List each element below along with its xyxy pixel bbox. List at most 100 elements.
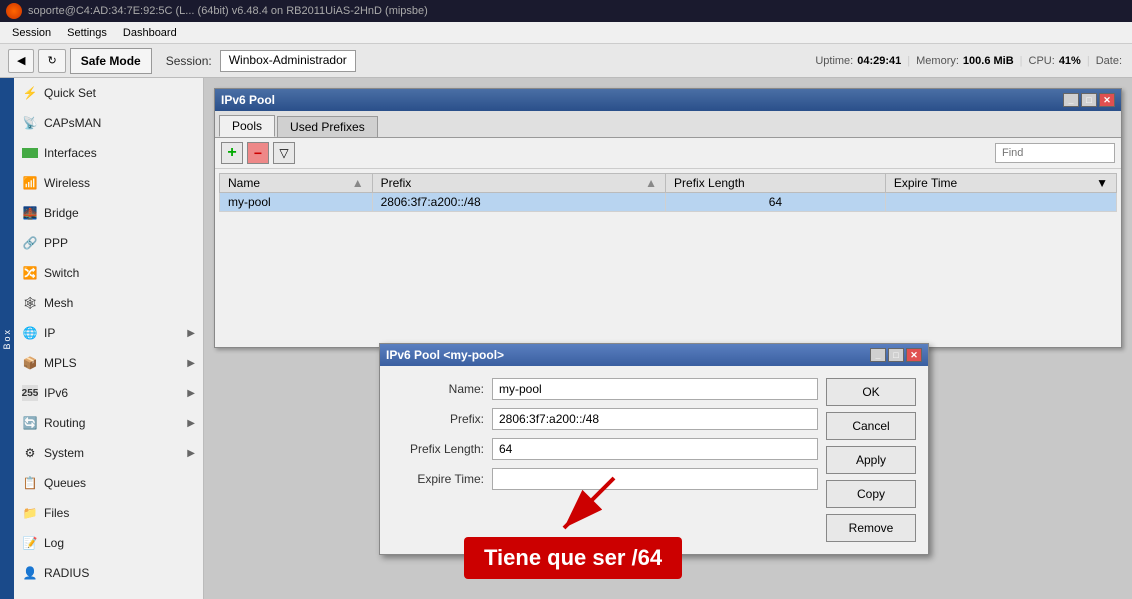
expire-time-label: Expire Time:	[392, 472, 492, 486]
sidebar-label-mesh: Mesh	[44, 296, 73, 310]
sidebar-label-routing: Routing	[44, 416, 85, 430]
sidebar: ⚡ Quick Set 📡 CAPsMAN Interfaces 📶 Wirel…	[14, 78, 204, 599]
table-row[interactable]: my-pool 2806:3f7:a200::/48 64	[220, 193, 1117, 212]
maximize-button[interactable]: □	[1081, 93, 1097, 107]
col-prefix[interactable]: Prefix ▲	[372, 174, 665, 193]
sidebar-item-log[interactable]: 📝 Log	[14, 528, 203, 558]
sidebar-item-quick-set[interactable]: ⚡ Quick Set	[14, 78, 203, 108]
filter-button[interactable]: ▽	[273, 142, 295, 164]
sidebar-item-wireless[interactable]: 📶 Wireless	[14, 168, 203, 198]
uptime-value: 04:29:41	[857, 55, 901, 67]
add-pool-button[interactable]: +	[221, 142, 243, 164]
col-expire-time[interactable]: Expire Time ▼	[885, 174, 1116, 193]
sidebar-label-ppp: PPP	[44, 236, 68, 250]
menu-settings[interactable]: Settings	[59, 25, 115, 41]
name-input[interactable]	[492, 378, 818, 400]
sidebar-item-ip[interactable]: 🌐 IP ▶	[14, 318, 203, 348]
red-arrow-svg	[534, 468, 654, 548]
col-prefix-length[interactable]: Prefix Length	[666, 174, 886, 193]
switch-icon: 🔀	[22, 265, 38, 281]
ip-icon: 🌐	[22, 325, 38, 341]
sidebar-item-ipv6[interactable]: 255 IPv6 ▶	[14, 378, 203, 408]
back-button[interactable]: ◀	[8, 49, 34, 73]
tab-used-prefixes[interactable]: Used Prefixes	[277, 116, 378, 137]
name-sort-icon: ▲	[352, 176, 364, 190]
interfaces-icon	[22, 148, 38, 158]
cpu-value: 41%	[1059, 55, 1081, 67]
routing-arrow-icon: ▶	[187, 418, 195, 429]
remove-pool-button[interactable]: −	[247, 142, 269, 164]
row-expire-time	[885, 193, 1116, 212]
sidebar-item-switch[interactable]: 🔀 Switch	[14, 258, 203, 288]
ppp-icon: 🔗	[22, 235, 38, 251]
find-input[interactable]	[995, 143, 1115, 163]
sidebar-item-interfaces[interactable]: Interfaces	[14, 138, 203, 168]
sidebar-item-mesh[interactable]: 🕸 Mesh	[14, 288, 203, 318]
dialog-body: Name: Prefix: Prefix Length: Expire Time…	[380, 366, 928, 554]
sidebar-label-quick-set: Quick Set	[44, 86, 96, 100]
sidebar-item-system[interactable]: ⚙ System ▶	[14, 438, 203, 468]
sidebar-label-ip: IP	[44, 326, 55, 340]
col-name[interactable]: Name ▲	[220, 174, 373, 193]
prefix-length-label: Prefix Length:	[392, 442, 492, 456]
ok-button[interactable]: OK	[826, 378, 916, 406]
menu-dashboard[interactable]: Dashboard	[115, 25, 185, 41]
ip-arrow-icon: ▶	[187, 328, 195, 339]
sidebar-item-bridge[interactable]: 🌉 Bridge	[14, 198, 203, 228]
sidebar-item-capsman[interactable]: 📡 CAPsMAN	[14, 108, 203, 138]
copy-button[interactable]: Copy	[826, 480, 916, 508]
ipv6-pool-title: IPv6 Pool	[221, 93, 1063, 107]
dialog-minimize-button[interactable]: _	[870, 348, 886, 362]
prefix-length-input[interactable]	[492, 438, 818, 460]
sidebar-item-radius[interactable]: 👤 RADIUS	[14, 558, 203, 588]
uptime-label: Uptime:	[815, 55, 853, 67]
remove-button[interactable]: Remove	[826, 514, 916, 542]
menu-session[interactable]: Session	[4, 25, 59, 41]
dialog-close-button[interactable]: ✕	[906, 348, 922, 362]
sidebar-label-radius: RADIUS	[44, 566, 89, 580]
sidebar-item-routing[interactable]: 🔄 Routing ▶	[14, 408, 203, 438]
sidebar-item-ppp[interactable]: 🔗 PPP	[14, 228, 203, 258]
log-icon: 📝	[22, 535, 38, 551]
ipv6-pool-titlebar: IPv6 Pool _ □ ✕	[215, 89, 1121, 111]
annotation-container: Tiene que ser /64	[464, 537, 682, 579]
quick-set-icon: ⚡	[22, 85, 38, 101]
row-name: my-pool	[220, 193, 373, 212]
mpls-icon: 📦	[22, 355, 38, 371]
window-title: soporte@C4:AD:34:7E:92:5C (L... (64bit) …	[28, 5, 428, 17]
sidebar-label-system: System	[44, 446, 84, 460]
prefix-input[interactable]	[492, 408, 818, 430]
sidebar-label-queues: Queues	[44, 476, 86, 490]
ipv6-dialog-title: IPv6 Pool <my-pool>	[386, 348, 870, 362]
minimize-button[interactable]: _	[1063, 93, 1079, 107]
window-controls: _ □ ✕	[1063, 93, 1115, 107]
sidebar-item-queues[interactable]: 📋 Queues	[14, 468, 203, 498]
row-prefix: 2806:3f7:a200::/48	[372, 193, 665, 212]
close-button[interactable]: ✕	[1099, 93, 1115, 107]
mpls-arrow-icon: ▶	[187, 358, 195, 369]
sidebar-item-mpls[interactable]: 📦 MPLS ▶	[14, 348, 203, 378]
refresh-button[interactable]: ↻	[38, 49, 65, 73]
pool-table: Name ▲ Prefix ▲ Prefix Length	[219, 173, 1117, 212]
pool-toolbar: + − ▽	[215, 138, 1121, 169]
mesh-icon: 🕸	[22, 295, 38, 311]
menu-bar: Session Settings Dashboard	[0, 22, 1132, 44]
status-bar: Uptime: 04:29:41 | Memory: 100.6 MiB | C…	[815, 55, 1124, 67]
winbox-strip: Box	[0, 78, 14, 599]
sidebar-item-files[interactable]: 📁 Files	[14, 498, 203, 528]
sidebar-label-mpls: MPLS	[44, 356, 77, 370]
system-icon: ⚙	[22, 445, 38, 461]
prefix-length-field-row: Prefix Length:	[392, 438, 818, 460]
dialog-maximize-button[interactable]: □	[888, 348, 904, 362]
session-label: Session:	[166, 54, 212, 68]
apply-button[interactable]: Apply	[826, 446, 916, 474]
safe-mode-button[interactable]: Safe Mode	[70, 48, 152, 74]
sidebar-label-bridge: Bridge	[44, 206, 79, 220]
wireless-icon: 📶	[22, 175, 38, 191]
tab-pools[interactable]: Pools	[219, 115, 275, 137]
cancel-button[interactable]: Cancel	[826, 412, 916, 440]
dropdown-icon[interactable]: ▼	[1096, 176, 1108, 190]
ipv6-dialog: IPv6 Pool <my-pool> _ □ ✕ Name: Prefix:	[379, 343, 929, 555]
session-name: Winbox-Administrador	[220, 50, 356, 72]
dialog-buttons: OK Cancel Apply Copy Remove	[826, 378, 916, 542]
